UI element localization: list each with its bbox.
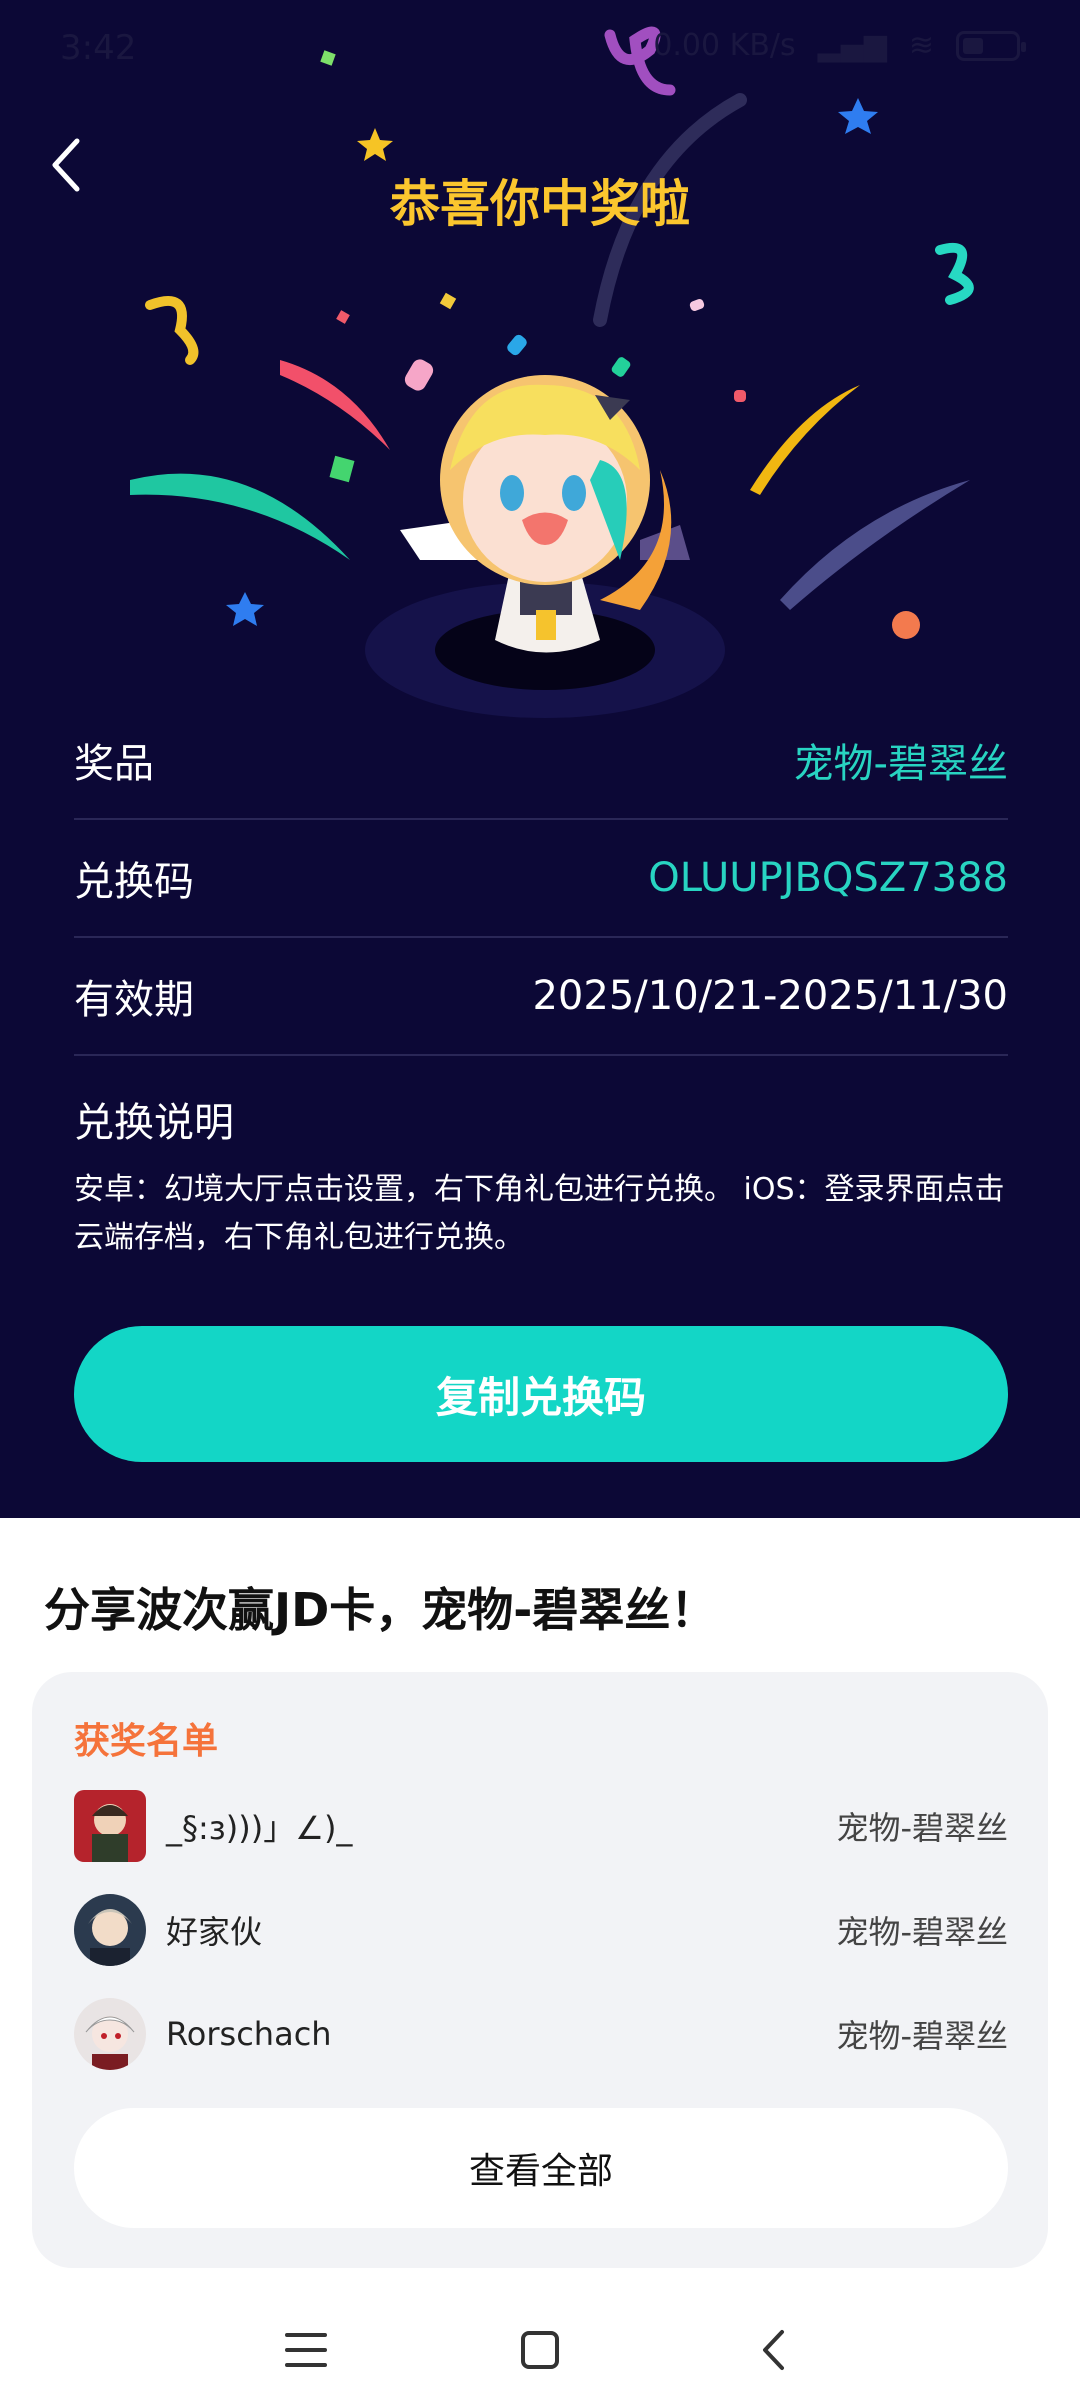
signal-icon: ▂▄▆	[817, 28, 887, 63]
page-title: 恭喜你中奖啦	[390, 175, 690, 233]
winner-name: Rorschach	[166, 2015, 332, 2053]
avatar	[74, 1894, 146, 1966]
celebration-illustration	[130, 26, 974, 718]
validity-row: 有效期 2025/10/21-2025/11/30	[74, 938, 1008, 1056]
winner-prize: 宠物-碧翠丝	[836, 1809, 1008, 1847]
winner-row: Rorschach 宠物-碧翠丝	[74, 1994, 1008, 2074]
copy-code-button[interactable]: 复制兑换码	[74, 1326, 1008, 1462]
prize-header-panel: 3:42 0.00 KB/s ▂▄▆ ≋ 恭喜你中奖啦 奖品 宠物-碧翠丝 兑换…	[0, 0, 1080, 1518]
nav-back-button[interactable]	[734, 2310, 814, 2390]
avatar	[74, 1790, 146, 1862]
validity-value: 2025/10/21-2025/11/30	[532, 973, 1008, 1019]
winner-row: _§:з)))」∠)_ 宠物-碧翠丝	[74, 1786, 1008, 1866]
network-speed: 0.00 KB/s	[653, 28, 796, 63]
winner-name: 好家伙	[166, 1913, 263, 1951]
home-square-icon	[521, 2331, 559, 2369]
view-all-button[interactable]: 查看全部	[74, 2108, 1008, 2228]
avatar	[74, 1998, 146, 2070]
prize-row: 奖品 宠物-碧翠丝	[74, 702, 1008, 820]
wifi-icon: ≋	[908, 28, 934, 63]
winner-prize: 宠物-碧翠丝	[836, 1913, 1008, 1951]
status-bar: 3:42 0.00 KB/s ▂▄▆ ≋	[0, 0, 1080, 96]
winner-row: 好家伙 宠物-碧翠丝	[74, 1890, 1008, 1970]
share-title: 分享波次赢JD卡，宠物-碧翠丝！	[44, 1583, 717, 1637]
winner-name: _§:з)))」∠)_	[166, 1809, 353, 1847]
winners-card: 获奖名单 _§:з)))」∠)_ 宠物-碧翠丝 好家伙 宠物-碧翠丝 Rorsc…	[32, 1672, 1048, 2268]
status-time: 3:42	[60, 28, 137, 68]
battery-icon	[956, 30, 1026, 61]
back-arrow-icon	[763, 2330, 784, 2370]
winner-prize: 宠物-碧翠丝	[836, 2017, 1008, 2055]
home-button[interactable]	[500, 2310, 580, 2390]
instructions-title: 兑换说明	[74, 1100, 234, 1146]
prize-value: 宠物-碧翠丝	[793, 741, 1008, 787]
instructions-text: 安卓：幻境大厅点击设置，右下角礼包进行兑换。 iOS：登录界面点击云端存档，右下…	[74, 1172, 1005, 1255]
code-value[interactable]: OLUUPJBQSZ7388	[648, 855, 1008, 901]
status-icons: 0.00 KB/s ▂▄▆ ≋	[653, 28, 1026, 63]
code-row: 兑换码 OLUUPJBQSZ7388	[74, 820, 1008, 938]
validity-label: 有效期	[74, 977, 194, 1023]
system-nav-bar	[0, 2300, 1080, 2400]
winners-heading: 获奖名单	[74, 1721, 219, 1762]
code-label: 兑换码	[74, 859, 194, 905]
prize-label: 奖品	[74, 741, 154, 787]
menu-button[interactable]	[266, 2310, 346, 2390]
menu-icon	[285, 2333, 327, 2367]
